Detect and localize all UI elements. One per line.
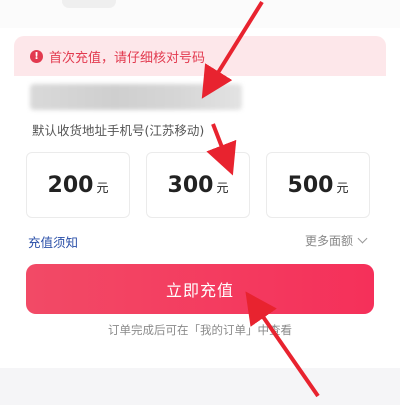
warning-icon: ! (30, 49, 43, 63)
top-bar (0, 0, 400, 28)
recharge-now-button[interactable]: 立即充值 (26, 264, 374, 314)
recharge-notes-link[interactable]: 充值须知 (28, 232, 78, 251)
amount-unit: 元 (96, 181, 109, 195)
amount-value: 300 (167, 173, 214, 198)
amount-value: 200 (47, 173, 94, 198)
more-amounts-dropdown[interactable]: 更多面额 (305, 232, 368, 249)
bottom-strip (0, 368, 400, 405)
amount-value: 500 (287, 173, 334, 198)
chevron-down-icon (357, 233, 368, 244)
phone-number-field[interactable] (30, 84, 242, 110)
amount-option-500[interactable]: 500 元 (266, 152, 370, 218)
amount-option-300[interactable]: 300 元 (146, 152, 250, 218)
notice-text: 首次充值，请仔细核对号码 (49, 50, 206, 66)
first-recharge-notice: ! 首次充值，请仔细核对号码 (14, 36, 386, 76)
amount-unit: 元 (216, 181, 229, 195)
phone-hint: 默认收货地址手机号(江苏移动) (32, 123, 205, 138)
amount-unit: 元 (336, 181, 349, 195)
top-faint-element (62, 0, 116, 8)
more-amounts-label: 更多面额 (305, 234, 354, 248)
order-footer-hint: 订单完成后可在「我的订单」中查看 (108, 323, 292, 337)
amount-option-200[interactable]: 200 元 (26, 152, 130, 218)
